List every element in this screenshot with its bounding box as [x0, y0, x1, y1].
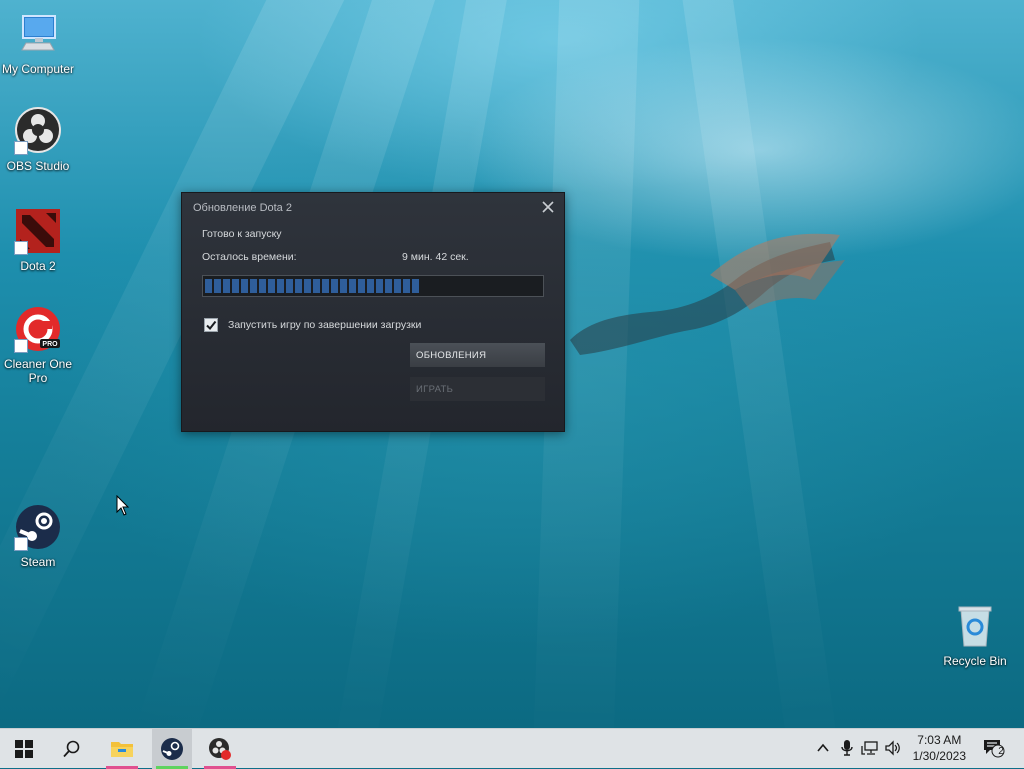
desktop-icon-label: Steam [20, 555, 56, 569]
chevron-up-icon [817, 743, 829, 752]
show-hidden-icons-button[interactable] [814, 739, 832, 757]
desktop-icon-label: OBS Studio [6, 159, 70, 173]
desktop-icon-label: My Computer [1, 62, 75, 76]
speaker-icon [885, 740, 900, 756]
checkmark-icon [206, 320, 217, 331]
folder-icon [111, 742, 133, 757]
launch-game-label: Запустить игру по завершении загрузки [228, 319, 422, 331]
updates-button[interactable]: ОБНОВЛЕНИЯ [410, 343, 545, 367]
taskbar-clock[interactable]: 7:03 AM 1/30/2023 [913, 732, 966, 764]
microphone-button[interactable] [838, 739, 856, 757]
action-center-button[interactable]: 2 [982, 739, 1006, 758]
microphone-icon [841, 740, 853, 756]
swimmer-image [570, 233, 845, 355]
clock-time: 7:03 AM [917, 733, 962, 747]
taskbar-file-explorer[interactable] [102, 729, 142, 769]
mouse-cursor-icon [116, 495, 130, 516]
launch-game-checkbox[interactable] [204, 318, 218, 332]
desktop-icon-label: Dota 2 [20, 259, 56, 273]
progress-fill [205, 279, 421, 293]
obs-studio-icon [209, 738, 231, 760]
taskbar-steam[interactable] [152, 729, 192, 769]
search-button[interactable] [52, 729, 92, 769]
recycle-bin-icon [958, 606, 992, 647]
shortcut-arrow-icon [14, 141, 28, 155]
desktop-icon-cleaner-one-pro[interactable]: PRO Cleaner One Pro [0, 305, 76, 385]
close-icon [542, 201, 554, 213]
update-dialog: Обновление Dota 2 Готово к запуску Остал… [181, 192, 565, 432]
taskbar-obs-studio[interactable] [200, 729, 240, 769]
network-icon [861, 741, 878, 755]
notification-count-badge: 2 [998, 746, 1004, 757]
start-button[interactable] [4, 729, 44, 769]
search-icon [63, 740, 80, 758]
windows-logo-icon [15, 740, 33, 758]
shortcut-arrow-icon [14, 241, 28, 255]
desktop-icon-steam[interactable]: Steam [0, 503, 76, 569]
status-text: Готово к запуску [202, 228, 282, 240]
desktop-icon-dota-2[interactable]: Dota 2 [0, 207, 76, 273]
time-remaining-value: 9 мин. 42 сек. [402, 251, 469, 263]
computer-icon [21, 15, 56, 51]
shortcut-arrow-icon [14, 339, 28, 353]
steam-icon [161, 738, 183, 760]
close-button[interactable] [540, 199, 556, 215]
desktop-icon-my-computer[interactable]: My Computer [0, 10, 76, 76]
shortcut-arrow-icon [14, 537, 28, 551]
desktop-icon-label: Recycle Bin [943, 654, 1007, 668]
download-progress-bar [202, 275, 544, 297]
volume-button[interactable] [884, 739, 902, 757]
play-button[interactable]: ИГРАТЬ [410, 377, 545, 401]
time-remaining-label: Осталось времени: [202, 251, 297, 263]
svg-text:PRO: PRO [42, 341, 58, 348]
dialog-title: Обновление Dota 2 [193, 202, 292, 214]
desktop-icon-obs-studio[interactable]: OBS Studio [0, 107, 76, 173]
clock-date: 1/30/2023 [912, 749, 966, 763]
taskbar: 7:03 AM 1/30/2023 2 [0, 728, 1024, 769]
desktop-icon-label: Cleaner One Pro [3, 357, 73, 385]
desktop-icon-recycle-bin[interactable]: Recycle Bin [937, 602, 1013, 668]
network-button[interactable] [861, 739, 879, 757]
desktop: My Computer OBS Studio Dota 2 PRO Cleane… [0, 0, 1024, 728]
